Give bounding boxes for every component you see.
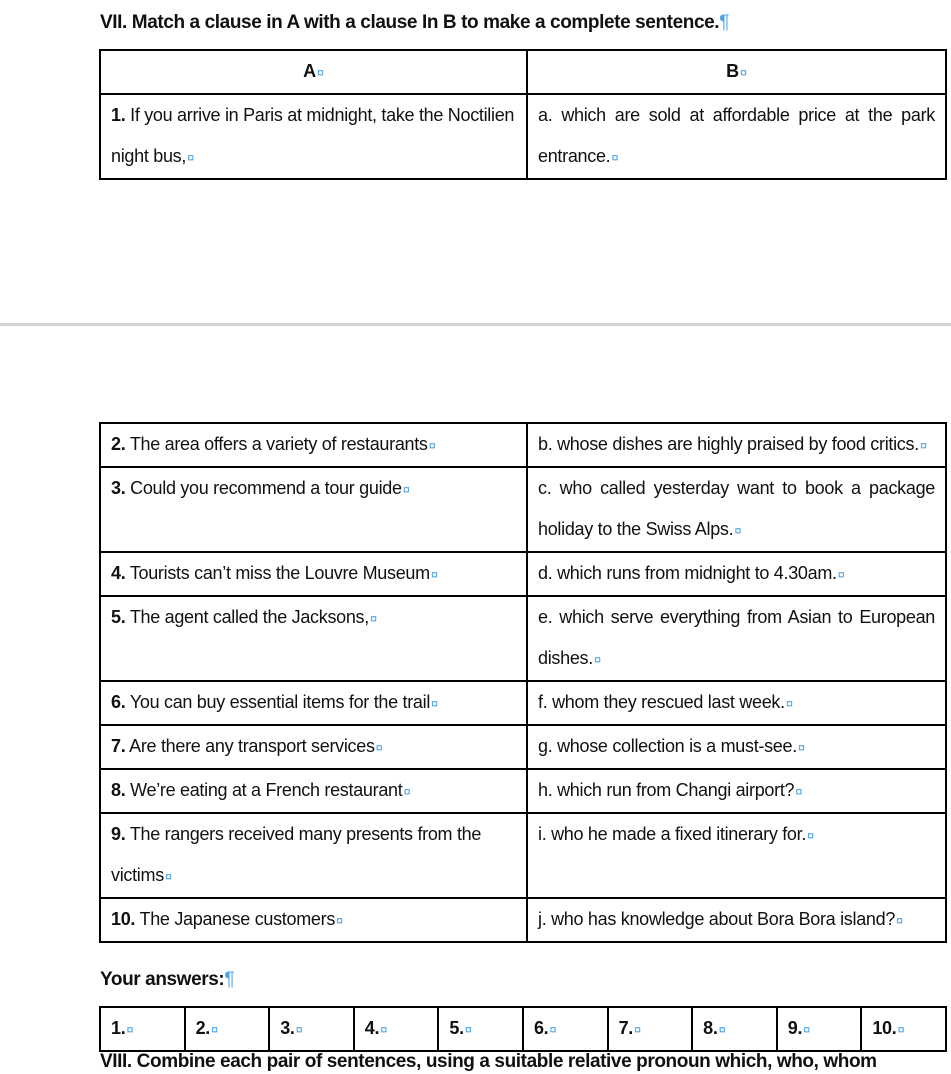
item-number: 10. <box>111 909 136 929</box>
table-row: 3. Could you recommend a tour guidec. wh… <box>99 466 947 553</box>
item-number: 5. <box>111 607 126 627</box>
answer-number: 9. <box>788 1018 810 1038</box>
item-number: 9. <box>111 824 126 844</box>
item-number: 3. <box>111 478 126 498</box>
answer-cell[interactable]: 3. <box>268 1006 355 1052</box>
answer-cell[interactable]: 4. <box>352 1006 440 1052</box>
item-number: 2. <box>111 434 126 454</box>
clause-b-cell: j. who has knowledge about Bora Bora isl… <box>526 897 947 943</box>
clause-b-text: c. who called yesterday want to book a p… <box>538 478 935 539</box>
clause-a-cell: 6. You can buy essential items for the t… <box>99 680 528 726</box>
column-b-header: B <box>526 49 947 95</box>
clause-b-cell: b. whose dishes are highly praised by fo… <box>526 422 947 468</box>
column-a-label: A <box>303 61 324 81</box>
clause-b-cell: c. who called yesterday want to book a p… <box>526 466 947 553</box>
column-a-header: A <box>99 49 528 95</box>
clause-b-cell: e. which serve everything from Asian to … <box>526 595 947 682</box>
answer-number: 4. <box>365 1018 387 1038</box>
answer-cell[interactable]: 6. <box>521 1006 609 1052</box>
clause-a-text: Tourists can’t miss the Louvre Museum <box>130 563 438 583</box>
clause-b-cell: a. which are sold at affordable price at… <box>526 93 947 180</box>
clause-b-text: g. whose collection is a must-see. <box>538 736 805 756</box>
your-answers-label: Your answers: <box>100 968 234 992</box>
table-row: 6. You can buy essential items for the t… <box>99 680 947 726</box>
clause-a-cell: 9. The rangers received many presents fr… <box>99 812 528 899</box>
clause-a-text: You can buy essential items for the trai… <box>130 692 438 712</box>
section-8-title: VIII. Combine each pair of sentences, us… <box>100 1051 877 1072</box>
clause-b-text: f. whom they rescued last week. <box>538 692 793 712</box>
clause-a-cell: 7. Are there any transport services <box>99 724 528 770</box>
answer-number: 10. <box>872 1018 904 1038</box>
answer-cell[interactable]: 9. <box>775 1006 863 1052</box>
clause-a-text: If you arrive in Paris at midnight, take… <box>111 105 514 166</box>
answer-cell[interactable]: 2. <box>183 1006 271 1052</box>
clause-a-text: We’re eating at a French restaurant <box>130 780 410 800</box>
clause-b-cell: d. which runs from midnight to 4.30am. <box>526 551 947 597</box>
table-row: 8. We’re eating at a French restaurant h.… <box>99 768 947 814</box>
answer-number: 2. <box>196 1018 218 1038</box>
answer-cell[interactable]: 1. <box>99 1006 186 1052</box>
clause-a-cell: 3. Could you recommend a tour guide <box>99 466 528 553</box>
item-number: 7. <box>111 736 126 756</box>
answer-number: 1. <box>111 1018 133 1038</box>
clause-a-cell: 1. If you arrive in Paris at midnight, t… <box>99 93 528 180</box>
clause-b-text: e. which serve everything from Asian to … <box>538 607 935 668</box>
answer-number: 8. <box>703 1018 725 1038</box>
clause-b-text: b. whose dishes are highly praised by fo… <box>538 434 927 454</box>
clause-b-text: d. which runs from midnight to 4.30am. <box>538 563 845 583</box>
clause-b-text: h. which run from Changi airport? <box>538 780 802 800</box>
clause-a-text: Could you recommend a tour guide <box>130 478 410 498</box>
clause-a-text: The area offers a variety of restaurants <box>130 434 436 454</box>
page-break-divider <box>0 323 951 326</box>
item-number: 6. <box>111 692 126 712</box>
answer-number: 6. <box>534 1018 556 1038</box>
clause-a-cell: 2. The area offers a variety of restaura… <box>99 422 528 468</box>
clause-a-text: The rangers received many presents from … <box>111 824 481 885</box>
column-b-label: B <box>726 61 747 81</box>
clause-b-cell: g. whose collection is a must-see. <box>526 724 947 770</box>
clause-b-text: i. who he made a fixed itinerary for. <box>538 824 814 844</box>
match-table-part-2: 2. The area offers a variety of restaura… <box>99 422 947 943</box>
answer-cell[interactable]: 5. <box>437 1006 524 1052</box>
clause-a-text: The Japanese customers <box>140 909 343 929</box>
table-row: 5. The agent called the Jacksons,e. whic… <box>99 595 947 682</box>
answer-cell[interactable]: 7. <box>606 1006 694 1052</box>
item-number: 1. <box>111 105 126 125</box>
table-row: 9. The rangers received many presents fr… <box>99 812 947 899</box>
clause-a-cell: 10. The Japanese customers <box>99 897 528 943</box>
table-header-row: A B <box>99 49 947 95</box>
clause-b-cell: i. who he made a fixed itinerary for. <box>526 812 947 899</box>
clause-b-cell: h. which run from Changi airport? <box>526 768 947 814</box>
table-row: 1. If you arrive in Paris at midnight, t… <box>99 93 947 180</box>
answer-number: 7. <box>619 1018 641 1038</box>
answers-table: 1. 2. 3. 4. 5. 6. 7. 8. 9. 10. <box>99 1006 947 1052</box>
table-row: 2. The area offers a variety of restaura… <box>99 422 947 468</box>
table-row: 4. Tourists can’t miss the Louvre Museum… <box>99 551 947 597</box>
answer-cell[interactable]: 8. <box>691 1006 778 1052</box>
clause-b-text: a. which are sold at affordable price at… <box>538 105 935 166</box>
clause-a-cell: 8. We’re eating at a French restaurant <box>99 768 528 814</box>
clause-b-cell: f. whom they rescued last week. <box>526 680 947 726</box>
section-7-title: VII. Match a clause in A with a clause I… <box>100 11 729 35</box>
answer-cell[interactable]: 10. <box>860 1006 947 1052</box>
table-row: 10. The Japanese customers j. who has kno… <box>99 897 947 943</box>
table-row: 7. Are there any transport services g. wh… <box>99 724 947 770</box>
clause-a-cell: 5. The agent called the Jacksons, <box>99 595 528 682</box>
clause-a-text: The agent called the Jacksons, <box>130 607 377 627</box>
answers-row: 1. 2. 3. 4. 5. 6. 7. 8. 9. 10. <box>99 1006 947 1052</box>
clause-a-cell: 4. Tourists can’t miss the Louvre Museum <box>99 551 528 597</box>
answer-number: 3. <box>280 1018 302 1038</box>
item-number: 4. <box>111 563 126 583</box>
match-table-part-1: A B 1. If you arrive in Paris at midnigh… <box>99 49 947 180</box>
answer-number: 5. <box>449 1018 471 1038</box>
item-number: 8. <box>111 780 126 800</box>
clause-a-text: Are there any transport services <box>129 736 382 756</box>
clause-b-text: j. who has knowledge about Bora Bora isl… <box>538 909 903 929</box>
